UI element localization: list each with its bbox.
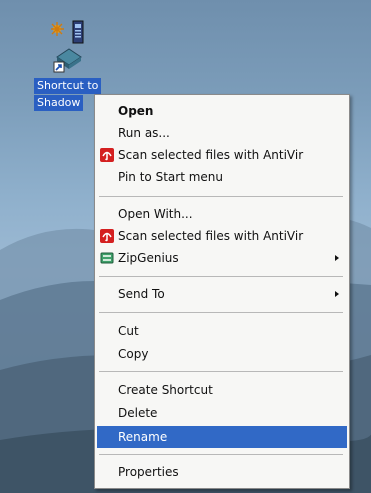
submenu-arrow-icon [335, 255, 339, 261]
menu-item-label: Scan selected files with AntiVir [118, 229, 304, 243]
menu-item-label: Run as... [118, 126, 170, 140]
menu-item-label: Pin to Start menu [118, 170, 223, 184]
menu-item-pin-to-start[interactable]: Pin to Start menu [97, 166, 347, 188]
menu-item-label: Delete [118, 406, 158, 420]
menu-item-label: Create Shortcut [118, 383, 213, 397]
menu-item-label: Copy [118, 347, 149, 361]
menu-item-delete[interactable]: Delete [97, 402, 347, 424]
menu-separator [99, 276, 343, 277]
desktop-shortcut-label-line1: Shortcut to [37, 79, 99, 92]
menu-item-copy[interactable]: Copy [97, 343, 347, 365]
menu-item-scan-antivir[interactable]: Scan selected files with AntiVir [97, 144, 347, 166]
menu-item-cut[interactable]: Cut [97, 320, 347, 342]
menu-item-label: Cut [118, 324, 139, 338]
menu-item-open[interactable]: Open [97, 100, 347, 122]
menu-separator [99, 371, 343, 372]
shortcut-application-icon [51, 20, 84, 73]
antivir-umbrella-icon [100, 229, 114, 243]
menu-item-properties[interactable]: Properties [97, 461, 347, 483]
menu-separator [99, 454, 343, 455]
menu-item-open-with[interactable]: Open With... [97, 203, 347, 225]
menu-item-rename[interactable]: Rename [97, 426, 347, 448]
menu-item-run-as[interactable]: Run as... [97, 122, 347, 144]
menu-item-scan-antivir[interactable]: Scan selected files with AntiVir [97, 225, 347, 247]
menu-item-zipgenius[interactable]: ZipGenius [97, 247, 347, 269]
menu-item-label: ZipGenius [118, 251, 179, 265]
antivir-umbrella-icon [100, 148, 114, 162]
menu-separator [99, 196, 343, 197]
menu-item-label: Open With... [118, 207, 193, 221]
context-menu: Open Run as... Scan selected files with … [94, 94, 350, 489]
desktop-shortcut-label-line2: Shadow [34, 95, 84, 111]
menu-item-create-shortcut[interactable]: Create Shortcut [97, 379, 347, 401]
menu-item-label: Rename [118, 430, 168, 444]
menu-item-send-to[interactable]: Send To [97, 283, 347, 305]
menu-item-label: Open [118, 104, 154, 118]
menu-separator [99, 312, 343, 313]
menu-item-label: Properties [118, 465, 179, 479]
menu-item-label: Scan selected files with AntiVir [118, 148, 304, 162]
zipgenius-icon [100, 252, 114, 264]
submenu-arrow-icon [335, 291, 339, 297]
desktop: Shortcut to Shadow Open Run as... Scan s… [0, 0, 371, 493]
desktop-shortcut-label: Shortcut to Shadow [34, 78, 102, 111]
menu-item-label: Send To [118, 287, 165, 301]
